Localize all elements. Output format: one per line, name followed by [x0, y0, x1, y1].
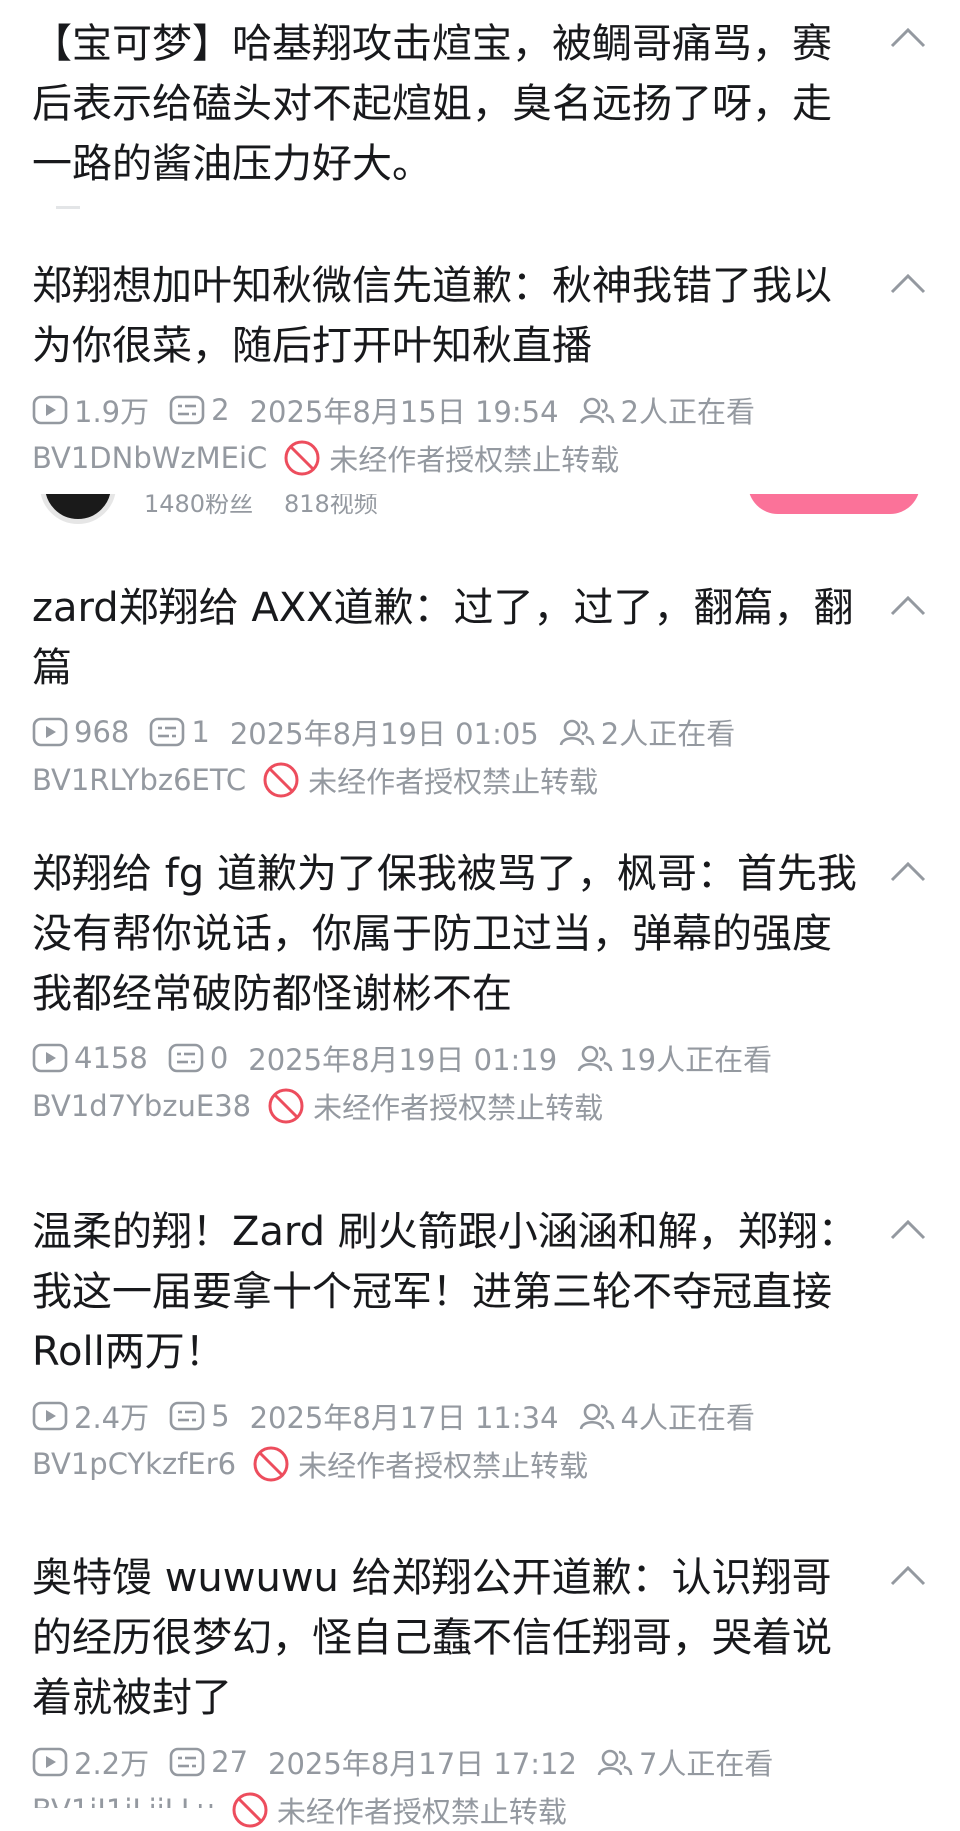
danmaku-count: 0: [209, 1041, 229, 1075]
view-count: 2.4万: [74, 1401, 150, 1435]
video-meta: 968 1 2025年8月19日 01:05 2人正在看: [32, 712, 735, 752]
video-id: BV1d7YbzuE38: [32, 1089, 252, 1123]
viewers-icon: [597, 1747, 633, 1777]
play-count-icon: [32, 717, 68, 747]
video-id-row: BV1d7YbzuE38 未经作者授权禁止转载: [32, 1086, 603, 1126]
play-count-icon: [32, 1747, 68, 1777]
video-title[interactable]: 【宝可梦】哈基翔攻击煊宝，被鲷哥痛骂，赛后表示给磕头对不起煊姐，臭名远扬了呀，走…: [32, 14, 862, 194]
play-count-icon: [32, 1401, 68, 1431]
no-repost-icon: [262, 761, 300, 799]
publish-date: 2025年8月17日 17:12: [268, 1747, 577, 1781]
viewers-icon: [577, 1043, 613, 1073]
video-id-fragment: BV1jJ1jLiiLLu: [32, 1790, 215, 1808]
watching-count: 2人正在看: [600, 717, 736, 751]
video-meta: 2.2万 27 2025年8月17日 17:12 7人正在看: [32, 1742, 773, 1782]
play-count-icon: [32, 395, 68, 425]
collapse-chevron-icon[interactable]: [888, 860, 928, 884]
danmaku-icon: [149, 717, 185, 747]
watching-count: 4人正在看: [620, 1401, 755, 1435]
video-meta: 2.4万 5 2025年8月17日 11:34 4人正在看: [32, 1396, 755, 1436]
publish-date: 2025年8月15日 19:54: [249, 395, 559, 429]
video-meta: 4158 0 2025年8月19日 01:19 19人正在看: [32, 1038, 772, 1078]
viewers-icon: [559, 717, 595, 747]
publish-date: 2025年8月19日 01:19: [248, 1043, 558, 1077]
collapse-chevron-icon[interactable]: [888, 1218, 928, 1242]
uploader-row-fragment: 1480粉丝 818视频: [0, 494, 960, 532]
danmaku-count: 2: [211, 393, 230, 427]
publish-date: 2025年8月17日 11:34: [249, 1401, 559, 1435]
video-title[interactable]: 温柔的翔！Zard 刷火箭跟小涵涵和解，郑翔：我这一届要拿十个冠军！进第三轮不夺…: [32, 1202, 862, 1382]
video-meta: 1.9万 2 2025年8月15日 19:54 2人正在看: [32, 390, 755, 430]
view-count: 1.9万: [74, 395, 150, 429]
view-count: 968: [74, 715, 130, 749]
collapse-chevron-icon[interactable]: [888, 26, 928, 50]
collapse-chevron-icon[interactable]: [888, 1564, 928, 1588]
danmaku-icon: [168, 1043, 204, 1073]
repost-notice: 未经作者授权禁止转载: [298, 1449, 589, 1483]
follower-count: 1480粉丝: [144, 494, 254, 518]
video-count: 818视频: [284, 494, 378, 518]
video-id-row: BV1pCYkzfEr6 未经作者授权禁止转载: [32, 1444, 588, 1484]
no-repost-icon: [267, 1087, 305, 1125]
view-count: 2.2万: [74, 1747, 150, 1781]
video-id-row: BV1jJ1jLiiLLu 未经作者授权禁止转载: [32, 1790, 567, 1830]
watching-count: 19人正在看: [619, 1043, 773, 1077]
danmaku-icon: [169, 395, 205, 425]
video-title[interactable]: 郑翔给 fg 道歉为了保我被骂了，枫哥：首先我没有帮你说话，你属于防卫过当，弹幕…: [32, 844, 862, 1024]
video-title[interactable]: 奥特馒 wuwuwu 给郑翔公开道歉：认识翔哥的经历很梦幻，怪自己蠢不信任翔哥，…: [32, 1548, 862, 1728]
repost-notice: 未经作者授权禁止转载: [308, 765, 599, 799]
watching-count: 7人正在看: [638, 1747, 774, 1781]
danmaku-icon: [169, 1401, 205, 1431]
watching-count: 2人正在看: [620, 395, 755, 429]
view-count: 4158: [74, 1041, 148, 1075]
repost-notice: 未经作者授权禁止转载: [276, 1795, 567, 1829]
video-title[interactable]: zard郑翔给 AXX道歉：过了，过了，翻篇，翻篇: [32, 578, 862, 698]
repost-notice: 未经作者授权禁止转载: [313, 1091, 604, 1125]
collapse-chevron-icon[interactable]: [888, 594, 928, 618]
viewers-icon: [579, 395, 615, 425]
video-id-row: BV1RLYbz6ETC 未经作者授权禁止转载: [32, 760, 598, 800]
divider-stub: [56, 206, 80, 209]
danmaku-count: 5: [211, 1399, 230, 1433]
avatar: [40, 494, 116, 524]
follow-button[interactable]: [748, 494, 920, 514]
repost-notice: 未经作者授权禁止转载: [329, 443, 620, 477]
no-repost-icon: [231, 1791, 269, 1829]
no-repost-icon: [252, 1445, 290, 1483]
video-id-row: BV1DNbWzMEiC 未经作者授权禁止转载: [32, 438, 619, 478]
viewers-icon: [579, 1401, 615, 1431]
video-id: BV1DNbWzMEiC: [32, 441, 268, 475]
video-id: BV1RLYbz6ETC: [32, 763, 247, 797]
video-id: BV1pCYkzfEr6: [32, 1447, 237, 1481]
danmaku-icon: [169, 1747, 205, 1777]
video-title[interactable]: 郑翔想加叶知秋微信先道歉：秋神我错了我以为你很菜，随后打开叶知秋直播: [32, 256, 862, 376]
no-repost-icon: [283, 439, 321, 477]
play-count-icon: [32, 1043, 68, 1073]
publish-date: 2025年8月19日 01:05: [229, 717, 539, 751]
danmaku-count: 1: [191, 715, 210, 749]
collapse-chevron-icon[interactable]: [888, 272, 928, 296]
danmaku-count: 27: [211, 1745, 249, 1779]
